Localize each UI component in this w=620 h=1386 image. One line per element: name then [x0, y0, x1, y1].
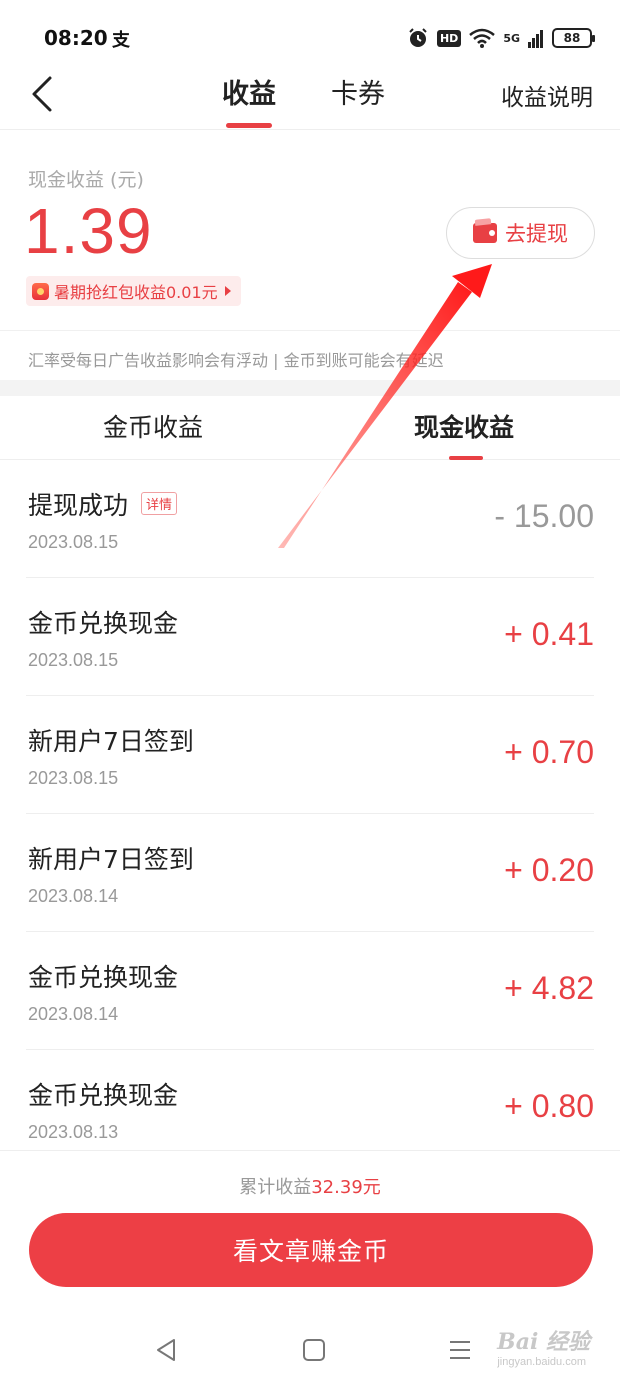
system-nav-bar: Bai 经验 jingyan.baidu.com	[0, 1310, 620, 1386]
item-date: 2023.08.14	[28, 886, 119, 906]
watermark-url: jingyan.baidu.com	[497, 1356, 586, 1368]
notice-bar: 汇率受每日广告收益影响会有浮动 | 金币到账可能会有延迟	[0, 330, 620, 380]
item-date: 2023.08.13	[28, 1122, 119, 1142]
tab-earnings[interactable]: 收益	[222, 72, 276, 111]
watermark-logo: Bai 经验	[497, 1329, 590, 1355]
item-date: 2023.08.15	[28, 650, 119, 670]
alipay-icon: 支	[112, 30, 130, 51]
alarm-icon	[409, 28, 427, 47]
status-icons: HD 5G 88	[407, 24, 595, 52]
list-item[interactable]: 金币兑换现金 2023.08.15 + 0.41	[26, 578, 594, 696]
promo-text: 暑期抢红包收益0.01元	[54, 283, 218, 302]
list-item[interactable]: 提现成功 详情 2023.08.15 - 15.00	[26, 460, 594, 578]
chevron-right-icon	[224, 286, 231, 296]
signal-5g-label: 5G	[503, 31, 520, 45]
total-earnings: 累计收益32.39元	[0, 1173, 620, 1199]
detail-badge[interactable]: 详情	[141, 492, 178, 515]
bottom-panel: 累计收益32.39元 看文章赚金币	[0, 1150, 620, 1310]
wifi-icon	[469, 28, 496, 48]
earnings-explain-link[interactable]: 收益说明	[501, 78, 593, 112]
withdraw-button[interactable]: 去提现	[446, 207, 595, 259]
status-time: 08:20	[44, 26, 108, 50]
section-divider	[0, 380, 620, 396]
red-packet-icon	[32, 282, 49, 300]
withdraw-label: 去提现	[505, 222, 568, 246]
wallet-icon	[473, 223, 497, 243]
item-amount: + 0.80	[504, 1088, 594, 1124]
top-nav: 收益 卡券 收益说明	[0, 60, 620, 130]
item-date: 2023.08.14	[28, 1004, 119, 1024]
balance-section: 现金收益 (元) 1.39 暑期抢红包收益0.01元 去提现	[0, 130, 620, 330]
item-title: 金币兑换现金	[28, 609, 179, 638]
item-title: 提现成功	[28, 491, 129, 520]
item-amount: + 4.82	[504, 970, 594, 1006]
total-amount: 32.39元	[311, 1177, 381, 1198]
sub-tabs: 金币收益 现金收益	[0, 396, 620, 460]
balance-amount: 1.39	[24, 195, 153, 267]
back-icon[interactable]	[22, 72, 66, 116]
signal-icon	[528, 30, 543, 48]
nav-menu-icon[interactable]	[440, 1330, 480, 1370]
balance-label: 现金收益 (元)	[28, 169, 144, 191]
item-date: 2023.08.15	[28, 532, 119, 552]
item-amount: - 15.00	[494, 498, 594, 534]
total-label: 累计收益	[239, 1177, 312, 1198]
transaction-list: 提现成功 详情 2023.08.15 - 15.00 金币兑换现金 2023.0…	[0, 460, 620, 1168]
item-date: 2023.08.15	[28, 768, 119, 788]
item-title: 金币兑换现金	[28, 963, 179, 992]
battery-icon: 88	[552, 28, 595, 48]
item-amount: + 0.41	[504, 616, 594, 652]
notice-text: 汇率受每日广告收益影响会有浮动 | 金币到账可能会有延迟	[28, 351, 444, 370]
tab-coupons[interactable]: 卡券	[331, 72, 385, 111]
item-title: 金币兑换现金	[28, 1081, 179, 1110]
item-amount: + 0.70	[504, 734, 594, 770]
list-item[interactable]: 新用户7日签到 2023.08.15 + 0.70	[26, 696, 594, 814]
nav-home-icon[interactable]	[294, 1330, 334, 1370]
tab-coin-earnings[interactable]: 金币收益	[103, 408, 203, 444]
promo-tag[interactable]: 暑期抢红包收益0.01元	[26, 276, 241, 306]
item-title: 新用户7日签到	[28, 727, 194, 756]
item-title: 新用户7日签到	[28, 845, 194, 874]
list-item[interactable]: 金币兑换现金 2023.08.14 + 4.82	[26, 932, 594, 1050]
tab-cash-earnings[interactable]: 现金收益	[414, 408, 514, 444]
list-item[interactable]: 新用户7日签到 2023.08.14 + 0.20	[26, 814, 594, 932]
nav-back-icon[interactable]	[146, 1330, 186, 1370]
item-amount: + 0.20	[504, 852, 594, 888]
tab-indicator	[226, 123, 272, 128]
hd-badge: HD	[436, 29, 462, 47]
read-articles-button[interactable]: 看文章赚金币	[29, 1213, 593, 1287]
